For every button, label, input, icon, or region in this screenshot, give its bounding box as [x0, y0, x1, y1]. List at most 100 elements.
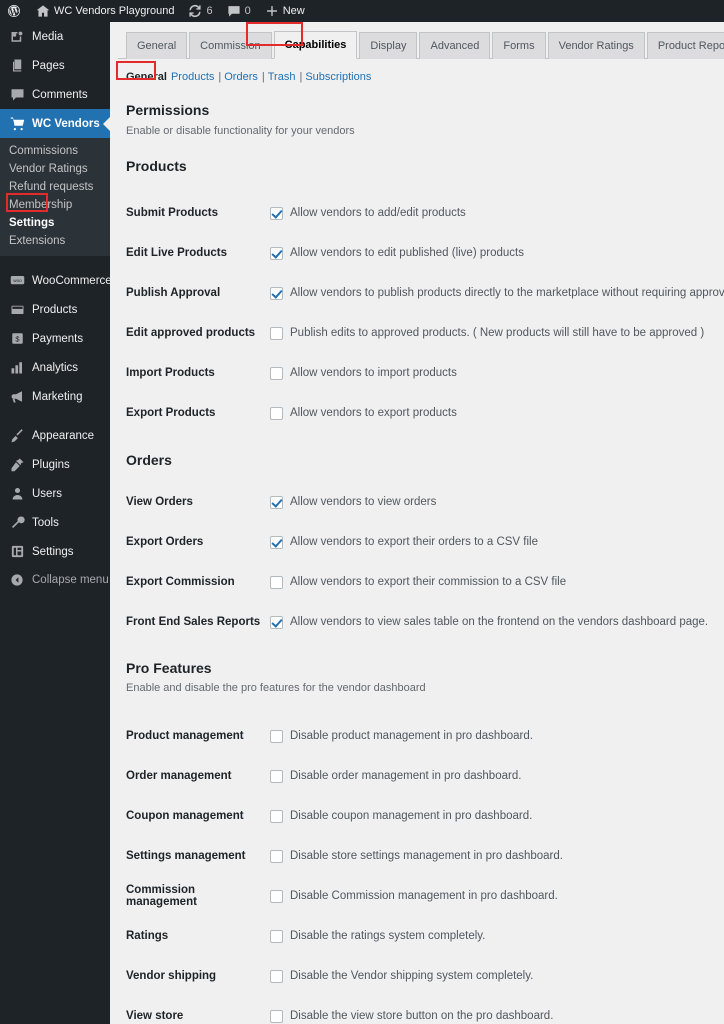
sidebar-item-users[interactable]: Users	[0, 479, 110, 508]
row-description: Allow vendors to import products	[290, 367, 457, 379]
subnav-item-trash[interactable]: Trash	[268, 71, 296, 83]
setting-row-front-end-sales-reports: Front End Sales Reports Allow vendors to…	[126, 602, 724, 642]
sidebar-item-label: Comments	[32, 88, 88, 101]
plus-icon	[266, 6, 277, 16]
tab-commission[interactable]: Commission	[189, 32, 272, 59]
sidebar-item-tools[interactable]: Tools	[0, 508, 110, 537]
comments-button[interactable]: 0	[220, 0, 258, 22]
checkbox-coupon-management[interactable]	[270, 809, 283, 823]
tab-display[interactable]: Display	[359, 32, 418, 59]
setting-row-view-orders: View Orders Allow vendors to view orders	[126, 482, 724, 522]
site-title: WC Vendors Playground	[54, 5, 175, 17]
tab-forms[interactable]: Forms	[492, 32, 546, 59]
comment-bubble-icon	[227, 6, 240, 17]
checkbox-vendor-shipping[interactable]	[270, 969, 283, 983]
row-description: Allow vendors to add/edit products	[290, 207, 466, 219]
row-label: Edit Live Products	[126, 247, 227, 259]
sidebar-item-settings[interactable]: Settings	[0, 214, 110, 232]
subnav-item-products[interactable]: Products	[171, 71, 214, 83]
sidebar-item-membership[interactable]: Membership	[0, 196, 110, 214]
tab-general[interactable]: General	[126, 32, 188, 59]
checkbox-export-commission[interactable]	[270, 575, 283, 589]
sidebar-item-products[interactable]: Products	[0, 295, 110, 324]
woocommerce-icon: woo	[9, 273, 25, 289]
users-icon	[9, 486, 25, 502]
main-content: General Commission Capabilities Display …	[110, 22, 724, 1024]
checkbox-view-orders[interactable]	[270, 495, 283, 509]
subnav-item-general[interactable]: General	[126, 71, 167, 83]
row-label: Submit Products	[126, 207, 219, 219]
sidebar-item-marketing[interactable]: Marketing	[0, 382, 110, 411]
plugins-icon	[9, 457, 25, 473]
row-description: Allow vendors to view orders	[290, 496, 437, 508]
sidebar-item-payments[interactable]: $ Payments	[0, 324, 110, 353]
row-description: Allow vendors to export their commission…	[290, 576, 567, 588]
collapse-menu-button[interactable]: Collapse menu	[0, 566, 110, 594]
setting-row-view-store: View store Disable the view store button…	[126, 996, 724, 1024]
setting-row-product-management: Product management Disable product manag…	[126, 716, 724, 756]
sidebar-item-label: Settings	[32, 545, 74, 558]
checkbox-front-end-sales-reports[interactable]	[270, 615, 283, 629]
checkbox-publish-approval[interactable]	[270, 286, 283, 300]
row-label: Order management	[126, 770, 232, 782]
sidebar-item-comments[interactable]: Comments	[0, 80, 110, 109]
subnav: General Products | Orders | Trash | Subs…	[126, 71, 724, 83]
updates-button[interactable]: 6	[181, 0, 219, 22]
row-label: Coupon management	[126, 810, 244, 822]
checkbox-edit-live-products[interactable]	[270, 246, 283, 260]
sidebar-item-label: Users	[32, 487, 63, 500]
checkbox-product-management[interactable]	[270, 729, 283, 743]
sidebar-item-appearance[interactable]: Appearance	[0, 421, 110, 450]
sidebar-item-commissions[interactable]: Commissions	[0, 142, 110, 160]
setting-row-export-commission: Export Commission Allow vendors to expor…	[126, 562, 724, 602]
subnav-separator: |	[261, 71, 265, 83]
admin-sidebar-menu: Media Pages Comments WC Vendors Commissi…	[0, 22, 112, 1024]
setting-row-publish-approval: Publish Approval Allow vendors to publis…	[126, 273, 724, 313]
tab-vendor-ratings[interactable]: Vendor Ratings	[547, 32, 645, 59]
new-content-button[interactable]: New	[258, 0, 312, 22]
submenu-item-label: Extensions	[9, 235, 66, 247]
checkbox-commission-management[interactable]	[270, 889, 283, 903]
site-name-button[interactable]: WC Vendors Playground	[29, 0, 181, 22]
checkbox-settings-management[interactable]	[270, 849, 283, 863]
sidebar-item-media[interactable]: Media	[0, 22, 110, 51]
submenu-item-label: Settings	[9, 217, 55, 229]
wp-logo-button[interactable]	[0, 0, 29, 22]
admin-bar: WC Vendors Playground 6 0 New	[0, 0, 724, 22]
comments-icon	[9, 87, 25, 103]
tab-capabilities[interactable]: Capabilities	[273, 31, 358, 59]
tab-advanced[interactable]: Advanced	[419, 32, 491, 59]
sidebar-item-pages[interactable]: Pages	[0, 51, 110, 80]
sidebar-item-woocommerce[interactable]: woo WooCommerce	[0, 266, 112, 295]
marketing-icon	[9, 389, 25, 405]
pro-features-heading: Pro Features	[126, 660, 212, 676]
checkbox-edit-approved-products[interactable]	[270, 326, 283, 340]
subnav-item-subscriptions[interactable]: Subscriptions	[305, 71, 371, 83]
setting-row-vendor-shipping: Vendor shipping Disable the Vendor shipp…	[126, 956, 724, 996]
checkbox-submit-products[interactable]	[270, 206, 283, 220]
sidebar-item-plugins[interactable]: Plugins	[0, 450, 110, 479]
checkbox-export-products[interactable]	[270, 406, 283, 420]
checkbox-export-orders[interactable]	[270, 535, 283, 549]
checkbox-ratings[interactable]	[270, 929, 283, 943]
subnav-separator: |	[299, 71, 303, 83]
row-label: Edit approved products	[126, 327, 256, 339]
sidebar-item-vendor-ratings[interactable]: Vendor Ratings	[0, 160, 110, 178]
checkbox-order-management[interactable]	[270, 769, 283, 783]
sidebar-item-extensions[interactable]: Extensions	[0, 232, 110, 250]
sidebar-item-wc-vendors[interactable]: WC Vendors	[0, 109, 110, 138]
sidebar-item-refund-requests[interactable]: Refund requests	[0, 178, 110, 196]
sidebar-item-settings-wp[interactable]: Settings	[0, 537, 110, 566]
menu-separator	[0, 411, 110, 421]
row-label: Commission management	[126, 884, 197, 908]
tab-product-reports[interactable]: Product Reports	[646, 32, 724, 59]
checkbox-import-products[interactable]	[270, 366, 283, 380]
sidebar-item-analytics[interactable]: Analytics	[0, 353, 110, 382]
checkbox-view-store[interactable]	[270, 1009, 283, 1023]
sidebar-item-label: Payments	[32, 332, 84, 345]
row-label: Export Orders	[126, 536, 204, 548]
setting-row-coupon-management: Coupon management Disable coupon managem…	[126, 796, 724, 836]
subnav-item-orders[interactable]: Orders	[224, 71, 258, 83]
setting-row-export-products: Export Products Allow vendors to export …	[126, 393, 724, 433]
subnav-separator: |	[218, 71, 222, 83]
